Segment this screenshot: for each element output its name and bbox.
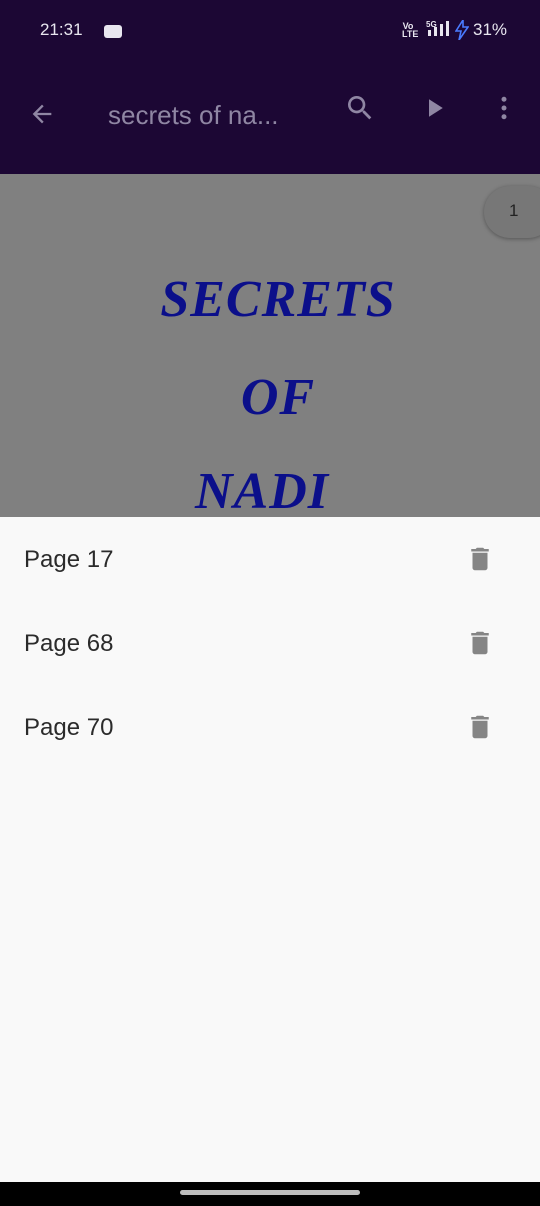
screen: 21:31 Vo LTE 5G 31% secrets of na... SEC… xyxy=(0,0,540,1206)
charging-icon xyxy=(454,17,470,45)
battery-level: 31% xyxy=(473,20,508,39)
app-bar: secrets of na... xyxy=(0,58,540,174)
delete-bookmark-button[interactable] xyxy=(462,539,498,579)
play-button[interactable] xyxy=(410,84,458,132)
delete-icon xyxy=(471,715,489,739)
bookmark-item[interactable]: Page 70 xyxy=(0,685,540,769)
page-indicator[interactable]: 1 xyxy=(484,186,540,238)
back-button[interactable] xyxy=(18,90,66,138)
document-heading-line: NADI xyxy=(194,463,330,520)
volte-icon: Vo LTE xyxy=(402,21,419,39)
search-icon xyxy=(348,96,372,120)
arrow-back-icon xyxy=(32,104,52,124)
bookmark-item[interactable]: Page 17 xyxy=(0,517,540,601)
delete-icon xyxy=(471,547,489,571)
delete-bookmark-button[interactable] xyxy=(462,623,498,663)
bookmark-label: Page 17 xyxy=(24,546,114,573)
home-gesture-handle[interactable] xyxy=(180,1190,360,1195)
bookmark-item[interactable]: Page 68 xyxy=(0,601,540,685)
more-vert-icon xyxy=(501,96,507,120)
bookmarks-sheet: Page 17 Page 68 Page 70 xyxy=(0,517,540,1182)
document-heading-line: SECRETS xyxy=(160,271,396,328)
more-options-button[interactable] xyxy=(480,84,528,132)
delete-icon xyxy=(471,631,489,655)
document-heading-line: OF xyxy=(240,369,316,426)
signal-icon: 5G xyxy=(426,20,452,43)
status-bar: 21:31 Vo LTE 5G 31% xyxy=(0,0,540,58)
search-button[interactable] xyxy=(336,84,384,132)
document-view[interactable]: SECRETS OF NADI xyxy=(0,174,540,520)
bookmark-label: Page 68 xyxy=(24,630,114,657)
notification-icon xyxy=(104,25,122,38)
system-navigation-bar xyxy=(0,1182,540,1206)
page-number: 1 xyxy=(509,201,519,220)
document-title: secrets of na... xyxy=(108,100,279,130)
delete-bookmark-button[interactable] xyxy=(462,707,498,747)
status-time: 21:31 xyxy=(40,20,83,39)
bookmark-label: Page 70 xyxy=(24,714,114,741)
play-icon xyxy=(429,99,443,117)
